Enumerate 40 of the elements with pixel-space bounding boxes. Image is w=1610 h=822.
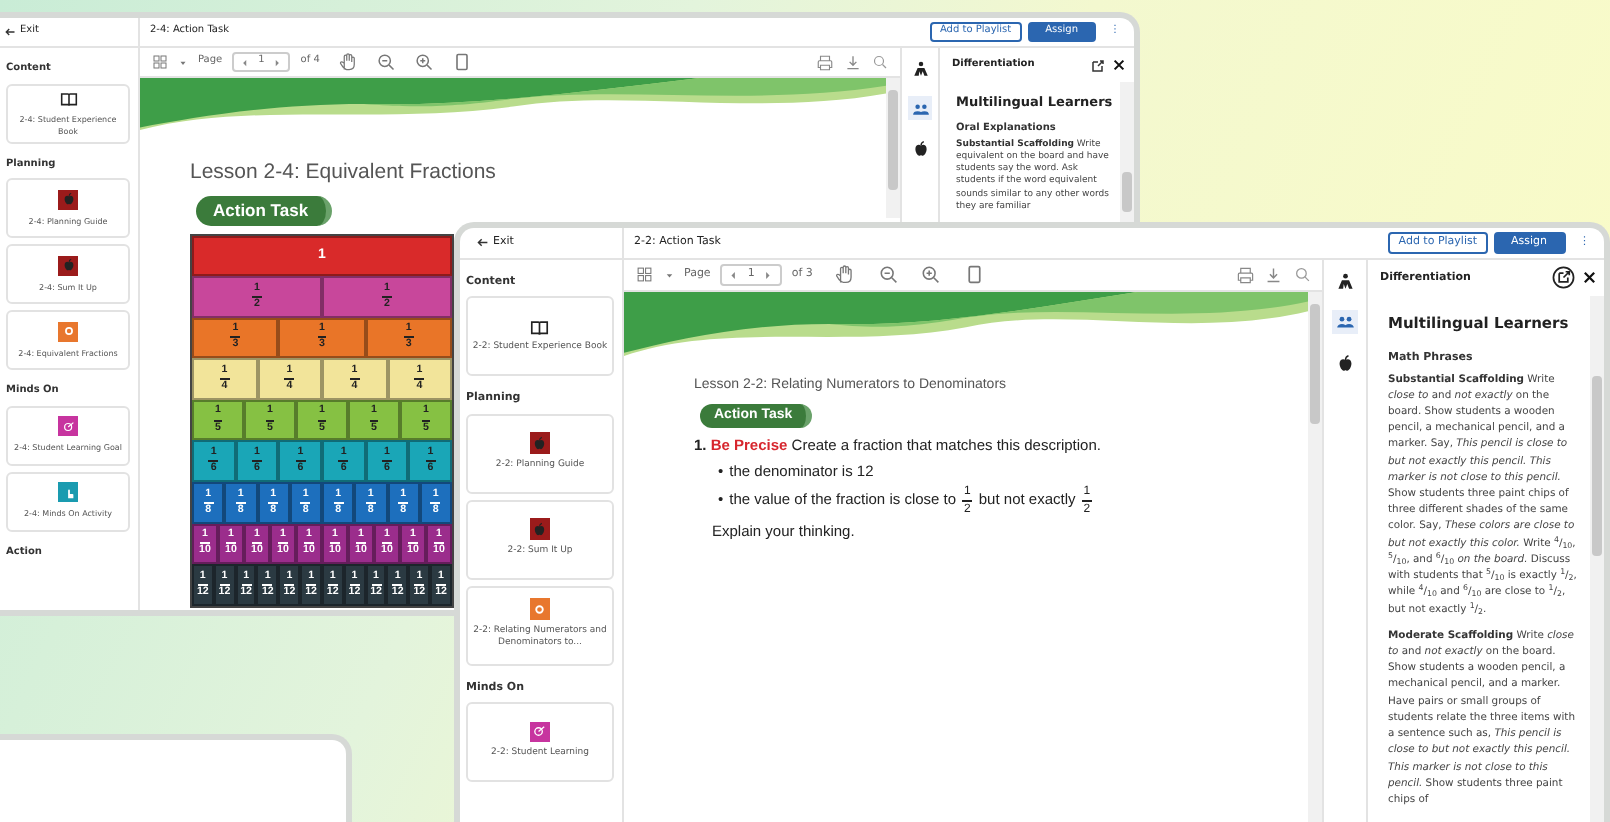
scrollbar[interactable] — [1120, 82, 1134, 222]
scrollbar[interactable] — [886, 78, 900, 218]
thumbnails-icon[interactable] — [152, 54, 168, 70]
people-tab[interactable] — [1332, 309, 1358, 334]
page-icon[interactable] — [963, 264, 985, 286]
print-icon[interactable] — [816, 53, 834, 71]
zoom-in-icon[interactable] — [920, 264, 942, 286]
print-icon[interactable] — [1235, 265, 1254, 285]
caret-icon[interactable] — [663, 269, 674, 281]
lesson-title: Lesson 2-4: Equivalent Fractions — [190, 158, 498, 188]
action-task-badge: Action Task — [196, 195, 332, 225]
search-icon[interactable] — [1293, 266, 1310, 284]
person-tab[interactable] — [1332, 268, 1358, 293]
back-arrow-icon — [476, 236, 489, 250]
book-icon — [59, 89, 77, 107]
scrollbar[interactable] — [1308, 292, 1322, 822]
back-arrow-icon — [4, 26, 16, 38]
right-triangle-icon[interactable] — [762, 269, 774, 281]
left-triangle-icon[interactable] — [728, 269, 740, 281]
download-icon[interactable] — [844, 53, 862, 71]
scrollbar[interactable] — [1590, 296, 1604, 822]
person-tab[interactable] — [908, 56, 932, 80]
hand-icon[interactable] — [834, 264, 856, 286]
zoom-in-icon[interactable] — [413, 52, 434, 72]
right-triangle-icon[interactable] — [272, 57, 283, 67]
close-icon[interactable] — [1112, 58, 1126, 72]
close-icon[interactable] — [1581, 270, 1596, 286]
caret-icon[interactable] — [178, 57, 188, 67]
page-icon[interactable] — [451, 52, 472, 72]
left-triangle-icon[interactable] — [240, 57, 251, 67]
people-tab[interactable] — [908, 96, 932, 120]
search-icon[interactable] — [872, 54, 888, 70]
hand-icon[interactable] — [337, 52, 358, 72]
zoom-out-icon[interactable] — [877, 264, 899, 286]
download-icon[interactable] — [1264, 265, 1283, 285]
zoom-out-icon[interactable] — [375, 52, 396, 72]
popout-icon[interactable] — [1552, 266, 1575, 290]
thumbnails-icon[interactable] — [636, 266, 653, 284]
book-icon — [530, 317, 550, 337]
popout-icon[interactable] — [1090, 57, 1106, 73]
